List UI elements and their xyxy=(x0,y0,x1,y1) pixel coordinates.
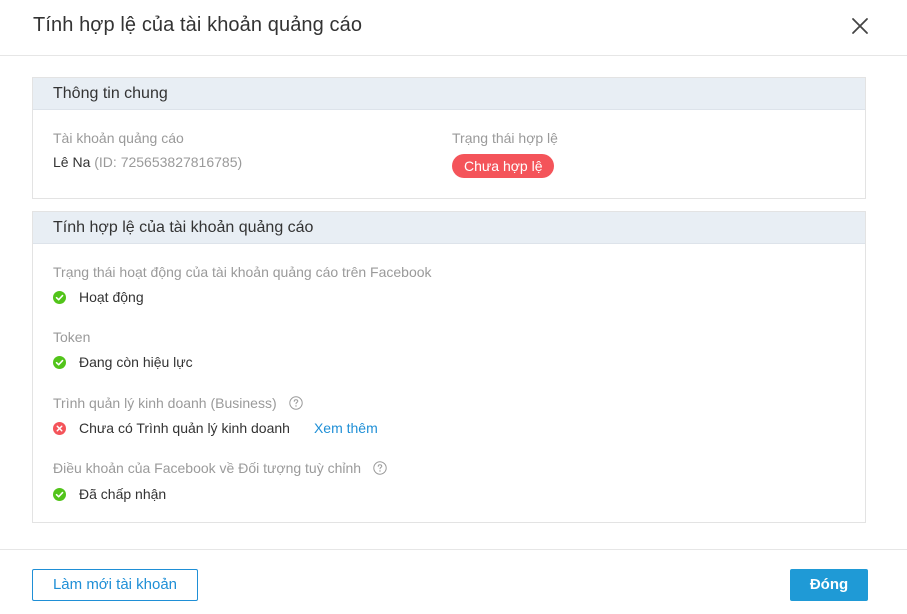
validity-details-heading: Tính hợp lệ của tài khoản quảng cáo xyxy=(33,212,865,244)
token-label: Token xyxy=(53,329,91,345)
general-info-heading: Thông tin chung xyxy=(33,78,865,110)
ad-account-label: Tài khoản quảng cáo xyxy=(53,130,184,146)
business-manager-value: Chưa có Trình quản lý kinh doanh xyxy=(79,420,290,436)
check-circle-icon xyxy=(53,290,66,304)
footer-divider xyxy=(0,549,907,550)
business-manager-label-wrap: Trình quản lý kinh doanh (Business) xyxy=(53,395,303,411)
error-circle-icon xyxy=(53,421,66,435)
account-name: Lê Na xyxy=(53,154,91,170)
ad-account-value: Lê Na (ID: 725653827816785) xyxy=(53,154,242,170)
validity-status-badge-wrap: Chưa hợp lệ xyxy=(452,154,555,178)
close-button[interactable]: Đóng xyxy=(790,569,868,601)
facebook-activity-label: Trạng thái hoạt động của tài khoản quảng… xyxy=(53,264,432,280)
help-icon[interactable] xyxy=(373,461,387,475)
facebook-activity-status: Hoạt động xyxy=(53,289,144,305)
business-manager-label: Trình quản lý kinh doanh (Business) xyxy=(53,395,277,411)
check-circle-icon xyxy=(53,487,66,501)
check-circle-icon xyxy=(53,355,66,369)
business-manager-status: Chưa có Trình quản lý kinh doanh Xem thê… xyxy=(53,420,378,436)
see-more-link[interactable]: Xem thêm xyxy=(314,420,378,436)
modal-title: Tính hợp lệ của tài khoản quảng cáo xyxy=(33,14,363,36)
custom-audience-terms-status: Đã chấp nhận xyxy=(53,486,166,502)
modal-header: Tính hợp lệ của tài khoản quảng cáo xyxy=(0,0,907,56)
token-value: Đang còn hiệu lực xyxy=(79,354,193,370)
close-icon[interactable] xyxy=(848,14,872,38)
custom-audience-terms-label: Điều khoản của Facebook về Đối tượng tuỳ… xyxy=(53,460,362,476)
refresh-account-button[interactable]: Làm mới tài khoản xyxy=(32,569,198,601)
status-badge: Chưa hợp lệ xyxy=(452,154,555,178)
ad-account-validity-modal: Tính hợp lệ của tài khoản quảng cáo Thôn… xyxy=(0,0,907,614)
custom-audience-terms-label-wrap: Điều khoản của Facebook về Đối tượng tuỳ… xyxy=(53,460,387,476)
custom-audience-terms-value: Đã chấp nhận xyxy=(79,486,167,502)
facebook-activity-value: Hoạt động xyxy=(79,289,144,305)
validity-details-card: Tính hợp lệ của tài khoản quảng cáo Trạn… xyxy=(32,211,866,523)
validity-status-label: Trạng thái hợp lệ xyxy=(452,130,558,146)
token-status: Đang còn hiệu lực xyxy=(53,354,193,370)
account-id: (ID: 725653827816785) xyxy=(94,154,243,170)
help-icon[interactable] xyxy=(288,396,303,410)
general-info-card: Thông tin chung Tài khoản quảng cáo Lê N… xyxy=(32,77,866,199)
